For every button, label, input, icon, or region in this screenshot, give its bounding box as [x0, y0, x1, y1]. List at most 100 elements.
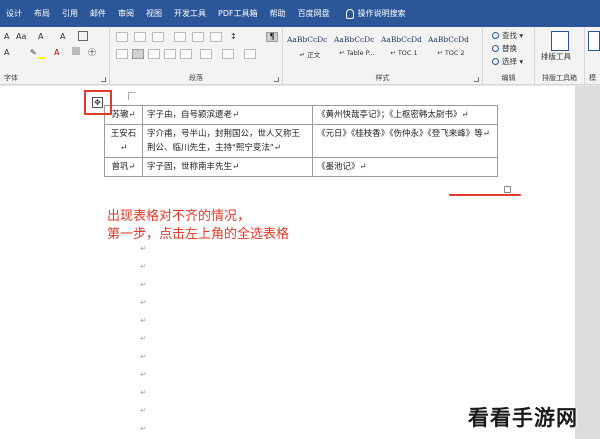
enclose-char-icon[interactable]: ㊉ [88, 47, 96, 59]
style-toc1[interactable]: AaBbCcDd ↵ TOC 1 [381, 31, 427, 63]
grow-font-button[interactable]: A [4, 31, 9, 43]
poets-table[interactable]: 苏辙↵ 字子由，自号颍滨遗老↵ 《黄州快哉亭记》；《上枢密韩太尉书》↵ 王安石↵… [104, 105, 498, 177]
style-name: ↵ 正文 [299, 51, 321, 59]
tab-help[interactable]: 帮助 [264, 0, 292, 27]
table-cell[interactable]: 字介甫，号半山，封荆国公，世人又称王荆公、临川先生，主持"熙宁变法"↵ [142, 124, 313, 158]
char-border-icon[interactable] [78, 31, 88, 41]
style-name: ↵ Table P... [339, 49, 375, 57]
layout-toolbox-group-label: 排版工具箱 [542, 74, 577, 82]
style-gallery: AaBbCcDc ↵ 正文 AaBbCcDc ↵ Table P... AaBb… [287, 31, 477, 63]
style-normal[interactable]: AaBbCcDc ↵ 正文 [287, 31, 333, 63]
tab-mailings[interactable]: 邮件 [84, 0, 112, 27]
paragraph-mark: ↵ [140, 406, 147, 415]
char-shading-icon[interactable] [72, 47, 80, 55]
template-icon[interactable] [588, 31, 600, 51]
tab-pdf-toolbox[interactable]: PDF工具箱 [212, 0, 264, 27]
font-dialog-launcher-icon[interactable] [101, 77, 106, 82]
table-resize-handle[interactable] [504, 186, 511, 193]
paragraph-mark: ↵ [140, 334, 147, 343]
editing-group-label: 编辑 [501, 74, 516, 82]
clear-format-button[interactable]: A [38, 31, 43, 43]
tell-me-search[interactable]: 操作说明搜索 [336, 0, 412, 27]
table-row: 苏辙↵ 字子由，自号颍滨遗老↵ 《黄州快哉亭记》；《上枢密韩太尉书》↵ [104, 105, 498, 125]
table-cell[interactable]: 曾巩↵ [104, 157, 143, 177]
annotation-line-2: 第一步，点击左上角的全选表格 [107, 227, 290, 242]
increase-indent-button[interactable] [192, 32, 204, 42]
phonetic-guide-button[interactable]: A [60, 31, 65, 43]
bullets-button[interactable] [116, 32, 128, 42]
style-name: ↵ TOC 2 [437, 49, 465, 57]
align-center-button[interactable] [132, 49, 144, 59]
text-effects-button[interactable]: A [4, 47, 9, 59]
font-color-button[interactable]: A [54, 47, 59, 59]
layout-tool-button[interactable]: 排版工具 [541, 51, 571, 63]
replace-label: 替换 [502, 44, 517, 53]
tab-view[interactable]: 视图 [140, 0, 168, 27]
layout-toolbox-group: 排版工具 排版工具箱 [535, 27, 585, 85]
highlighter-icon: ✎ [30, 48, 37, 57]
tab-developer[interactable]: 开发工具 [168, 0, 212, 27]
paragraph-mark: ↵ [140, 244, 147, 253]
tab-design[interactable]: 设计 [0, 0, 28, 27]
style-sample: AaBbCcDc [287, 35, 328, 44]
justify-button[interactable] [164, 49, 176, 59]
tell-me-search-label: 操作说明搜索 [357, 9, 406, 18]
font-group-label: 字体 [4, 74, 18, 82]
table-cell[interactable]: 王安石↵ [104, 124, 143, 158]
instruction-annotation: 出现表格对不齐的情况， 第一步，点击左上角的全选表格 [107, 208, 289, 244]
tab-baidu-netdisk[interactable]: 百度网盘 [292, 0, 336, 27]
tab-review[interactable]: 审阅 [112, 0, 140, 27]
table-cell[interactable]: 《元日》《桂枝香》《伤仲永》《登飞来峰》等↵ [312, 124, 498, 158]
table-cell[interactable]: 《黄州快哉亭记》；《上枢密韩太尉书》↵ [312, 105, 498, 125]
sort-icon[interactable]: ↕ [230, 31, 237, 43]
style-toc2[interactable]: AaBbCcDd ↵ TOC 2 [428, 31, 474, 63]
styles-dialog-launcher-icon[interactable] [474, 77, 479, 82]
paragraph-mark: ↵ [140, 298, 147, 307]
font-group: A Aa A A A ✎ A ㊉ 字体 [0, 27, 110, 85]
align-right-button[interactable] [148, 49, 160, 59]
distributed-button[interactable] [180, 49, 192, 59]
style-table-paragraph[interactable]: AaBbCcDc ↵ Table P... [334, 31, 380, 63]
site-watermark: 看看手游网 [468, 406, 578, 430]
document-area: 苏辙↵ 字子由，自号颍滨遗老↵ 《黄州快哉亭记》；《上枢密韩太尉书》↵ 王安石↵… [0, 86, 600, 439]
highlight-button[interactable]: ✎ [30, 47, 45, 59]
misalignment-underline [449, 194, 521, 196]
table-cell[interactable]: 字子固，世称南丰先生↵ [142, 157, 313, 177]
font-color-icon: A [54, 48, 60, 57]
layout-tool-icon[interactable] [551, 31, 569, 51]
change-case-button[interactable]: Aa [16, 31, 26, 43]
style-sample: AaBbCcDc [334, 35, 375, 44]
numbering-button[interactable] [134, 32, 146, 42]
align-left-button[interactable] [116, 49, 128, 59]
tab-references[interactable]: 引用 [56, 0, 84, 27]
paragraph-dialog-launcher-icon[interactable] [274, 77, 279, 82]
multilevel-list-button[interactable] [152, 32, 164, 42]
decrease-indent-button[interactable] [174, 32, 186, 42]
table-cell[interactable]: 字子由，自号颍滨遗老↵ [142, 105, 313, 125]
table-cell[interactable]: 《墨池记》↵ [312, 157, 498, 177]
ribbon-tab-bar: 设计 布局 引用 邮件 审阅 视图 开发工具 PDF工具箱 帮助 百度网盘 操作… [0, 0, 600, 27]
select-icon [492, 58, 499, 65]
tab-layout[interactable]: 布局 [28, 0, 56, 27]
replace-icon [492, 45, 499, 52]
highlight-swatch [36, 57, 45, 59]
annotation-line-1: 出现表格对不齐的情况， [107, 209, 251, 224]
style-name: ↵ TOC 1 [390, 49, 418, 57]
lightbulb-icon [345, 8, 354, 19]
paragraph-mark: ↵ [140, 316, 147, 325]
borders-button[interactable] [244, 49, 256, 59]
select-button[interactable]: 选择 ▾ [492, 56, 523, 67]
ribbon: A Aa A A A ✎ A ㊉ 字体 ↕ ¶ 段落 样式 AaBbCcDc ↵… [0, 27, 600, 85]
document-page[interactable]: 苏辙↵ 字子由，自号颍滨遗老↵ 《黄州快哉亭记》；《上枢密韩太尉书》↵ 王安石↵… [0, 86, 575, 439]
replace-button[interactable]: 替换 [492, 43, 517, 54]
page-gutter [575, 86, 600, 439]
select-label: 选择 ▾ [502, 57, 524, 66]
line-spacing-button[interactable] [200, 49, 212, 59]
search-icon [492, 32, 499, 39]
find-button[interactable]: 查找 ▾ [492, 30, 523, 41]
shading-button[interactable] [222, 49, 234, 59]
show-marks-icon[interactable]: ¶ [266, 32, 278, 42]
table-move-handle-icon[interactable]: ✥ [92, 97, 103, 108]
chinese-layout-button[interactable] [210, 32, 222, 42]
paragraph-mark: ↵ [140, 370, 147, 379]
